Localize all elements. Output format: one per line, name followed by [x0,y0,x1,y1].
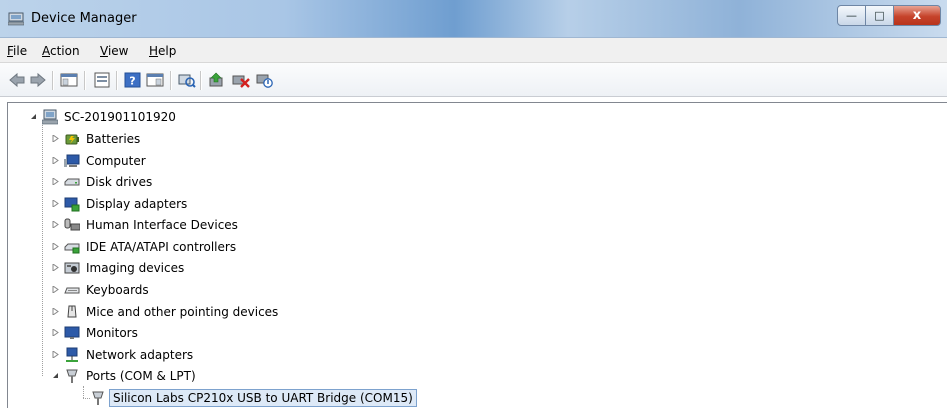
back-arrow-icon[interactable] [8,72,26,88]
device-manager-icon [8,12,24,26]
window-title: Device Manager [31,11,137,26]
svg-text:?: ? [129,75,135,88]
tree-item-mice[interactable]: Mice and other pointing devices [42,302,342,322]
collapsed-arrow-icon[interactable] [52,308,59,315]
action-pane-icon[interactable] [146,72,164,88]
menu-action[interactable]: Action [42,44,80,58]
display-adapter-icon [64,197,80,212]
toolbar-separator [116,71,118,90]
collapsed-arrow-icon[interactable] [52,286,59,293]
collapsed-arrow-icon[interactable] [52,329,59,336]
tree-item-network-adapters[interactable]: Network adapters [42,345,302,365]
tree-item-imaging-devices[interactable]: Imaging devices [42,258,302,278]
toolbar-separator [84,71,86,90]
tree-item-silicon-labs-cp210x[interactable]: Silicon Labs CP210x USB to UART Bridge (… [88,388,448,408]
properties-icon[interactable] [93,72,111,88]
collapsed-arrow-icon[interactable] [52,221,59,228]
tree-item-ide-controllers[interactable]: IDE ATA/ATAPI controllers [42,237,302,257]
maximize-button[interactable]: □ [865,5,894,26]
camera-icon [64,262,80,274]
network-adapter-icon [66,347,78,362]
help-icon[interactable]: ? [124,72,142,88]
disk-drive-icon [64,178,80,186]
port-icon [66,369,78,383]
battery-icon [65,134,79,145]
uninstall-device-icon[interactable] [232,72,250,88]
collapsed-arrow-icon[interactable] [52,157,59,164]
tree-item-computer[interactable]: Computer [42,151,302,171]
keyboard-icon [64,287,80,294]
ide-controller-icon [64,243,80,254]
expanded-arrow-icon[interactable] [30,113,37,120]
title-bar[interactable]: Device Manager — □ x [0,0,947,38]
toolbar-separator [170,71,172,90]
collapsed-arrow-icon[interactable] [52,264,59,271]
toolbar-separator [200,71,202,90]
tree-root[interactable]: SC-201901101920 [30,107,330,127]
hid-icon [64,218,80,231]
scan-hardware-icon[interactable] [178,72,196,88]
menu-help[interactable]: Help [149,44,176,58]
collapsed-arrow-icon[interactable] [52,243,59,250]
collapsed-arrow-icon[interactable] [52,200,59,207]
disable-device-icon[interactable] [256,72,274,88]
monitor-icon [64,326,80,339]
tree-connector [83,386,84,398]
forward-arrow-icon[interactable] [29,72,47,88]
tree-item-ports[interactable]: Ports (COM & LPT) [42,366,302,386]
port-icon [92,391,104,405]
tree-item-human-interface-devices[interactable]: Human Interface Devices [42,215,302,235]
close-button[interactable]: x [893,5,941,26]
collapsed-arrow-icon[interactable] [52,178,59,185]
minimize-icon: — [846,9,857,22]
tree-root-label: SC-201901101920 [64,110,176,124]
toolbar-separator [52,71,54,90]
computer-icon [64,154,80,167]
update-driver-icon[interactable] [208,72,226,88]
menu-view[interactable]: View [100,44,128,58]
menu-file[interactable]: File [7,44,27,58]
selected-device-label: Silicon Labs CP210x USB to UART Bridge (… [109,389,417,407]
tree-item-monitors[interactable]: Monitors [42,323,302,343]
tree-item-display-adapters[interactable]: Display adapters [42,194,302,214]
menu-bar: File Action View Help [0,38,947,63]
computer-root-icon [42,109,58,125]
expanded-arrow-icon[interactable] [52,372,59,379]
collapsed-arrow-icon[interactable] [52,351,59,358]
minimize-button[interactable]: — [837,5,866,26]
toolbar: ? [0,63,947,97]
tree-item-batteries[interactable]: Batteries [42,129,302,149]
tree-item-disk-drives[interactable]: Disk drives [42,172,302,192]
maximize-icon: □ [874,9,885,22]
close-icon: x [912,8,922,23]
tree-item-keyboards[interactable]: Keyboards [42,280,302,300]
collapsed-arrow-icon[interactable] [52,135,59,142]
show-hide-console-tree-icon[interactable] [60,72,78,88]
mouse-icon [67,305,77,318]
